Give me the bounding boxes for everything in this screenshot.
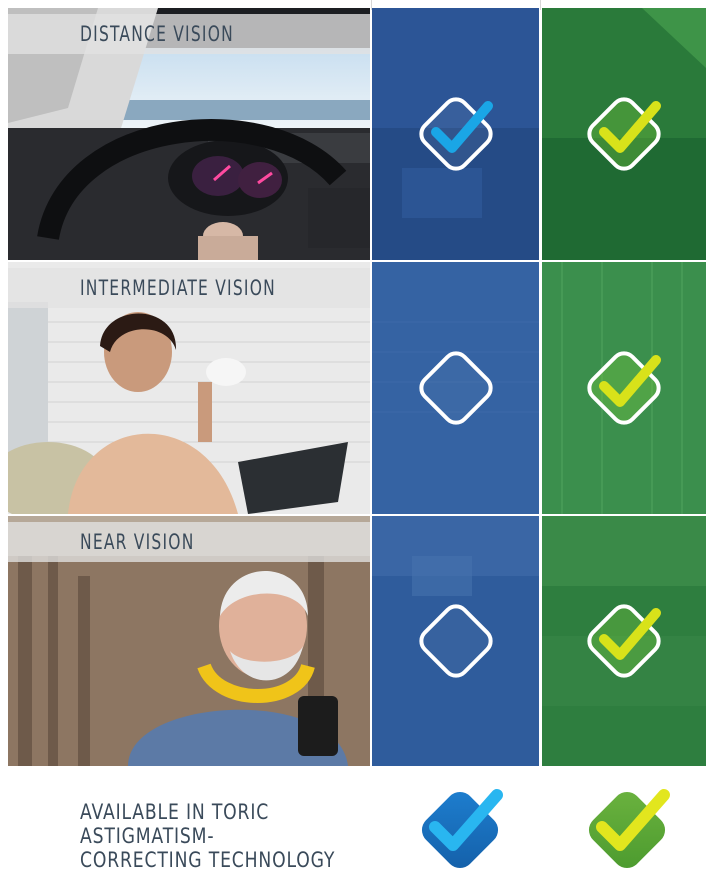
- toric-availability-label: AVAILABLE IN TORIC ASTIGMATISM- CORRECTI…: [80, 800, 375, 872]
- row-label: DISTANCE VISION: [80, 22, 234, 46]
- col-a-cell-distance: [372, 8, 539, 260]
- diamond-outline-icon: [418, 351, 493, 425]
- row-near-vision: NEAR VISION: [8, 516, 706, 766]
- col-a-cell-intermediate: [372, 262, 539, 514]
- diamond-check-icon: [587, 604, 661, 678]
- diamond-check-icon: [587, 97, 661, 171]
- toric-check-icon-green: [588, 789, 670, 869]
- row-intermediate-vision: INTERMEDIATE VISION: [8, 262, 706, 514]
- footer-line-1: AVAILABLE IN TORIC ASTIGMATISM-: [80, 800, 270, 848]
- footer-line-2: CORRECTING TECHNOLOGY: [80, 848, 336, 872]
- toric-check-icon-blue: [421, 789, 503, 869]
- col-b-cell-distance: [542, 8, 706, 260]
- col-a-cell-near: [372, 516, 539, 766]
- col-b-cell-near: [542, 516, 706, 766]
- diamond-check-icon: [418, 97, 493, 171]
- row-label: INTERMEDIATE VISION: [80, 276, 276, 300]
- row-label: NEAR VISION: [80, 530, 195, 554]
- col-b-cell-intermediate: [542, 262, 706, 514]
- diamond-outline-icon: [418, 604, 493, 678]
- vision-comparison-chart: DISTANCE VISION INTERMEDIATE VISION NEAR…: [0, 0, 706, 883]
- diamond-check-icon: [587, 351, 661, 425]
- row-distance-vision: DISTANCE VISION: [8, 8, 706, 260]
